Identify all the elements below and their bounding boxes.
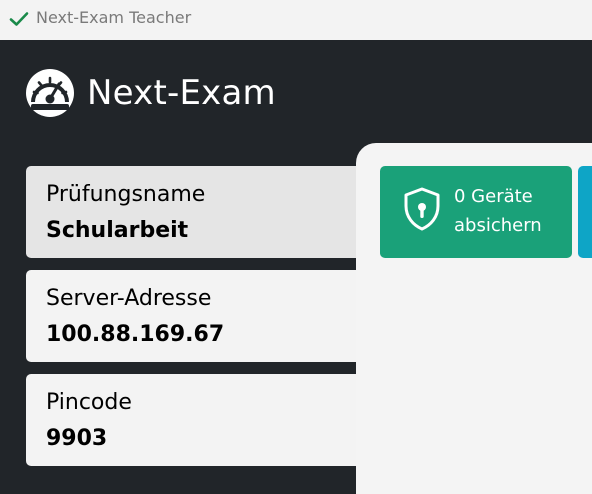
- card-exam-name[interactable]: Prüfungsname Schularbeit: [26, 166, 366, 258]
- secure-devices-count: 0 Geräte: [454, 186, 533, 207]
- card-pincode[interactable]: Pincode 9903: [26, 374, 366, 466]
- check-icon: [9, 12, 29, 26]
- card-server-address[interactable]: Server-Adresse 100.88.169.67: [26, 270, 366, 362]
- card-label: Server-Adresse: [46, 286, 212, 311]
- card-value: 100.88.169.67: [46, 322, 225, 347]
- card-label: Prüfungsname: [46, 182, 206, 207]
- card-value: Schularbeit: [46, 218, 189, 243]
- shield-lock-icon: [404, 187, 440, 231]
- app-window: Next-Exam Teacher Next-Exam Prüfungsname…: [0, 0, 592, 494]
- secure-devices-label: absichern: [454, 215, 542, 236]
- app-name: Next-Exam: [87, 73, 276, 113]
- window-title: Next-Exam Teacher: [36, 8, 192, 27]
- card-label: Pincode: [46, 390, 132, 415]
- card-value: 9903: [46, 426, 108, 451]
- window-titlebar: Next-Exam Teacher: [0, 0, 592, 40]
- speedometer-icon: [26, 69, 74, 117]
- secondary-action-button[interactable]: [578, 166, 592, 258]
- secure-devices-button[interactable]: 0 Geräte absichern: [380, 166, 572, 258]
